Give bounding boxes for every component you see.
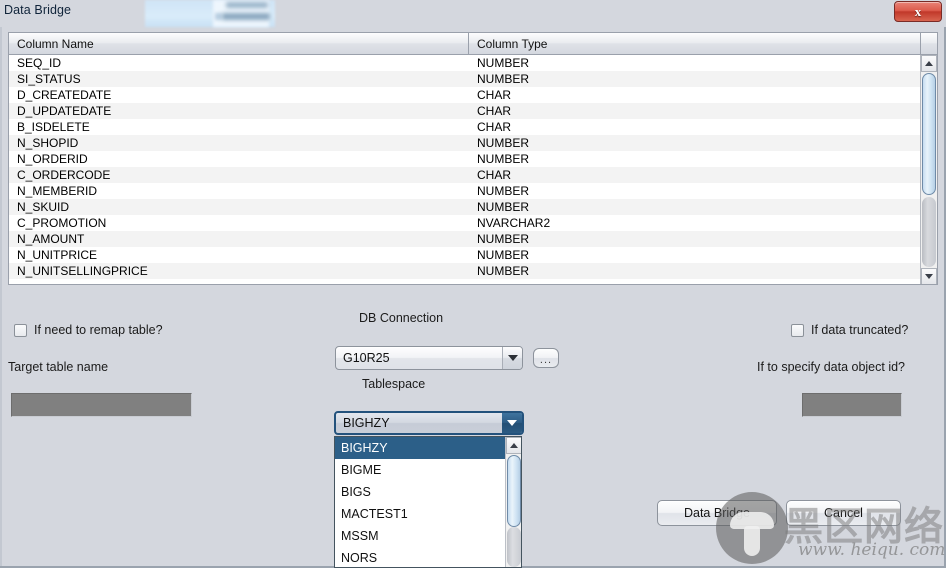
cell-column-type: NUMBER	[477, 56, 530, 70]
table-row[interactable]: C_PROMOTION NVARCHAR2	[9, 215, 921, 231]
cell-column-type: NUMBER	[477, 72, 530, 86]
cell-column-name: N_SHOPID	[17, 136, 79, 150]
cell-column-name: N_MEMBERID	[17, 184, 98, 198]
table-header-row: Column Name Column Type	[9, 33, 937, 55]
data-truncated-label: If data truncated?	[811, 323, 909, 337]
data-object-id-input[interactable]	[802, 393, 902, 417]
table-row[interactable]: N_UNITSELLINGPRICE NUMBER	[9, 263, 921, 279]
dropdown-option[interactable]: BIGS	[335, 481, 506, 503]
db-connection-browse-button[interactable]: ...	[533, 348, 559, 368]
cell-column-name: D_CREATEDATE	[17, 88, 112, 102]
ellipsis-icon: ...	[539, 354, 553, 366]
table-row[interactable]: N_UNITPRICE NUMBER	[9, 247, 921, 263]
cell-column-name: SEQ_ID	[17, 56, 62, 70]
cell-column-type: CHAR	[477, 104, 512, 118]
cell-column-type: CHAR	[477, 168, 512, 182]
title-bar: Data Bridge x	[0, 0, 946, 27]
table-body-viewport: SEQ_ID NUMBER SI_STATUS NUMBER D_CREATEDATE C…	[9, 55, 937, 284]
remap-table-checkbox-row[interactable]: If need to remap table?	[14, 323, 163, 337]
cell-column-type: NVARCHAR2	[477, 216, 551, 230]
tablespace-value: BIGHZY	[343, 416, 390, 430]
remap-table-checkbox[interactable]	[14, 323, 27, 337]
cell-column-type: NUMBER	[477, 152, 530, 166]
db-connection-combobox[interactable]: G10R25	[335, 346, 523, 370]
remap-table-label: If need to remap table?	[34, 323, 163, 337]
cell-column-name: C_PROMOTION	[17, 216, 107, 230]
chevron-down-icon[interactable]	[502, 413, 522, 433]
window-title: Data Bridge	[4, 3, 72, 17]
cell-column-type: NUMBER	[477, 184, 530, 198]
table-row[interactable]: C_ORDERCODE CHAR	[9, 167, 921, 183]
dropdown-scroll-up-arrow-icon[interactable]	[506, 437, 521, 454]
cell-column-type: NUMBER	[477, 136, 530, 150]
columns-table: Column Name Column Type SEQ_ID NUMBER SI_S…	[8, 32, 938, 285]
chevron-down-icon[interactable]	[502, 347, 522, 369]
column-header-type[interactable]: Column Type	[469, 33, 921, 54]
table-row[interactable]: N_SKUID NUMBER	[9, 199, 921, 215]
cell-column-name: N_AMOUNT	[17, 232, 85, 246]
table-row[interactable]: N_ORDERID NUMBER	[9, 151, 921, 167]
dropdown-scrollbar-track[interactable]	[507, 527, 521, 567]
table-row[interactable]: SI_STATUS NUMBER	[9, 71, 921, 87]
dropdown-option[interactable]: BIGME	[335, 459, 506, 481]
column-header-filler	[921, 33, 937, 54]
data-bridge-button[interactable]: Data Bridge	[657, 500, 777, 526]
data-bridge-dialog: Data Bridge x Column Name Column Type SE…	[0, 0, 946, 568]
target-table-name-label: Target table name	[8, 360, 109, 374]
table-row[interactable]: SEQ_ID NUMBER	[9, 55, 921, 71]
table-row[interactable]: N_AMOUNT NUMBER	[9, 231, 921, 247]
table-body: SEQ_ID NUMBER SI_STATUS NUMBER D_CREATEDATE C…	[9, 55, 921, 279]
db-connection-value: G10R25	[343, 351, 390, 365]
cell-column-type: NUMBER	[477, 232, 530, 246]
cell-column-name: C_ORDERCODE	[17, 168, 111, 182]
data-truncated-checkbox[interactable]	[791, 323, 804, 337]
table-scrollbar-track[interactable]	[922, 197, 936, 267]
dropdown-option[interactable]: MSSM	[335, 525, 506, 547]
cell-column-name: D_UPDATEDATE	[17, 104, 112, 118]
table-vertical-scrollbar[interactable]	[920, 55, 937, 284]
cell-column-name: B_ISDELETE	[17, 120, 90, 134]
tablespace-label: Tablespace	[362, 377, 426, 391]
table-row[interactable]: B_ISDELETE CHAR	[9, 119, 921, 135]
dropdown-option[interactable]: MACTEST1	[335, 503, 506, 525]
scroll-up-arrow-icon[interactable]	[921, 55, 937, 72]
cell-column-name: N_SKUID	[17, 200, 70, 214]
cancel-button[interactable]: Cancel	[786, 500, 901, 526]
column-header-name[interactable]: Column Name	[9, 33, 469, 54]
table-row[interactable]: N_SHOPID NUMBER	[9, 135, 921, 151]
cell-column-name: SI_STATUS	[17, 72, 81, 86]
table-scrollbar-thumb[interactable]	[922, 73, 936, 195]
dropdown-scrollbar[interactable]	[505, 437, 521, 567]
cell-column-type: NUMBER	[477, 248, 530, 262]
table-row[interactable]: N_MEMBERID NUMBER	[9, 183, 921, 199]
cell-column-name: N_UNITSELLINGPRICE	[17, 264, 148, 278]
dropdown-scrollbar-thumb[interactable]	[507, 455, 521, 527]
cell-column-type: NUMBER	[477, 200, 530, 214]
cell-column-type: CHAR	[477, 120, 512, 134]
close-button[interactable]: x	[894, 1, 942, 22]
scroll-down-arrow-icon[interactable]	[921, 268, 937, 284]
cell-column-type: NUMBER	[477, 264, 530, 278]
tablespace-option-list: BIGHZY BIGME BIGS MACTEST1 MSSM NORS	[335, 437, 506, 567]
db-connection-label: DB Connection	[359, 311, 444, 325]
cell-column-type: CHAR	[477, 88, 512, 102]
cell-column-name: N_UNITPRICE	[17, 248, 98, 262]
tablespace-combobox[interactable]: BIGHZY	[334, 411, 524, 435]
dropdown-option[interactable]: BIGHZY	[335, 437, 506, 459]
target-table-name-input[interactable]	[11, 393, 192, 417]
close-icon: x	[914, 4, 922, 19]
data-truncated-checkbox-row[interactable]: If data truncated?	[791, 323, 908, 337]
data-object-id-label: If to specify data object id?	[757, 360, 906, 374]
dropdown-option[interactable]: NORS	[335, 547, 506, 567]
cell-column-name: N_ORDERID	[17, 152, 88, 166]
tablespace-dropdown-popup[interactable]: BIGHZY BIGME BIGS MACTEST1 MSSM NORS	[334, 436, 522, 568]
table-row[interactable]: D_UPDATEDATE CHAR	[9, 103, 921, 119]
table-row[interactable]: D_CREATEDATE CHAR	[9, 87, 921, 103]
